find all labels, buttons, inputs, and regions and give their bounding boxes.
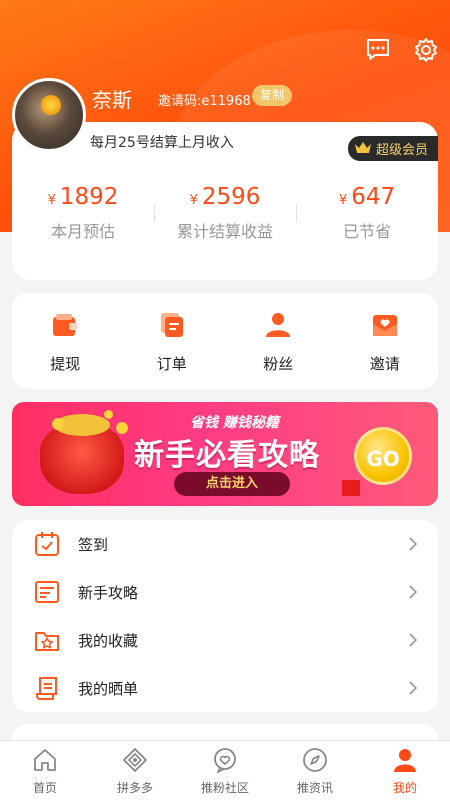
quick-actions: 提现 订单 粉丝 邀请 bbox=[12, 293, 438, 389]
wallet-icon bbox=[53, 314, 78, 336]
quick-action-label: 提现 bbox=[50, 355, 81, 373]
tab-label: 推粉社区 bbox=[200, 781, 249, 795]
settlement-note: 每月25号结算上月收入 bbox=[90, 135, 234, 151]
quick-action-label: 邀请 bbox=[369, 355, 400, 373]
banner-title: 新手必看攻略 bbox=[134, 438, 320, 473]
chevron-right-icon bbox=[409, 585, 418, 599]
stat-value: 1892 bbox=[59, 184, 119, 210]
tab-home[interactable]: 首页 bbox=[0, 741, 90, 800]
menu-item-favorites[interactable]: 我的收藏 bbox=[12, 616, 438, 664]
red-envelope-icon bbox=[342, 480, 360, 496]
menu-item-beginner-guide[interactable]: 新手攻略 bbox=[12, 568, 438, 616]
coin-icon bbox=[104, 410, 113, 419]
fans-icon bbox=[266, 313, 291, 337]
earnings-stats: ¥1892 本月预估 ¥2596 累计结算收益 ¥647 已节省 bbox=[12, 176, 438, 256]
beginner-guide-banner[interactable]: 省钱 赚钱秘籍 新手必看攻略 点击进入 GO bbox=[12, 402, 438, 506]
tab-news[interactable]: 推资讯 bbox=[270, 741, 360, 800]
compass-icon bbox=[303, 748, 327, 772]
quick-action-label: 订单 bbox=[156, 355, 187, 373]
menu-item-checkin[interactable]: 签到 bbox=[12, 520, 438, 568]
menu-item-label: 我的晒单 bbox=[78, 679, 139, 698]
guide-doc-icon bbox=[35, 581, 59, 603]
stat-saved[interactable]: ¥647 已节省 bbox=[296, 176, 438, 256]
stat-value: 647 bbox=[351, 184, 396, 210]
menu-item-label: 新手攻略 bbox=[78, 583, 139, 602]
menu-item-label: 我的收藏 bbox=[78, 631, 139, 650]
tab-community[interactable]: 推粉社区 bbox=[180, 741, 270, 800]
coin-icon bbox=[52, 418, 64, 430]
message-icon[interactable] bbox=[364, 36, 392, 64]
banner-enter-button[interactable]: 点击进入 bbox=[174, 472, 290, 496]
money-bag-icon bbox=[40, 414, 124, 494]
invite-code: 邀请码:e11968 bbox=[158, 94, 251, 109]
copy-button[interactable]: 复制 bbox=[252, 85, 293, 106]
person-icon bbox=[394, 749, 416, 772]
settings-icon[interactable] bbox=[412, 36, 440, 64]
stat-value: 2596 bbox=[201, 184, 261, 210]
menu-item-my-posts[interactable]: 我的晒单 bbox=[12, 664, 438, 712]
calendar-check-icon bbox=[35, 532, 59, 556]
invite-icon bbox=[372, 315, 397, 336]
chevron-right-icon bbox=[409, 681, 418, 695]
withdraw-button[interactable]: 提现 bbox=[12, 293, 119, 389]
tab-mine[interactable]: 我的 bbox=[360, 741, 450, 800]
currency-symbol: ¥ bbox=[338, 193, 348, 208]
chevron-right-icon bbox=[409, 633, 418, 647]
stat-label: 累计结算收益 bbox=[176, 222, 273, 241]
stat-label: 已节省 bbox=[342, 222, 391, 241]
banner-go-button[interactable]: GO bbox=[354, 427, 412, 485]
currency-symbol: ¥ bbox=[189, 193, 198, 208]
stat-total-settled[interactable]: ¥2596 累计结算收益 bbox=[154, 176, 296, 256]
stat-label: 本月预估 bbox=[50, 222, 115, 241]
community-icon bbox=[214, 748, 236, 773]
tab-label: 我的 bbox=[392, 781, 417, 795]
crown-icon bbox=[354, 140, 372, 158]
tab-pinduoduo[interactable]: 拼多多 bbox=[90, 741, 180, 800]
banner-subtitle: 省钱 赚钱秘籍 bbox=[190, 415, 279, 431]
bottom-tab-bar: 首页 拼多多 推粉社区 推资讯 我的 bbox=[0, 740, 450, 800]
scroll-icon bbox=[36, 677, 57, 700]
home-icon bbox=[34, 749, 56, 771]
chevron-right-icon bbox=[409, 537, 418, 551]
tab-label: 首页 bbox=[32, 781, 57, 795]
username: 奈斯 bbox=[92, 88, 132, 112]
tab-label: 拼多多 bbox=[116, 781, 153, 795]
currency-symbol: ¥ bbox=[47, 193, 56, 208]
avatar[interactable] bbox=[12, 78, 86, 152]
vip-label: 超级会员 bbox=[375, 143, 428, 158]
tab-label: 推资讯 bbox=[296, 781, 333, 795]
order-icon bbox=[160, 313, 183, 337]
pinduoduo-icon bbox=[122, 747, 148, 773]
menu-item-label: 签到 bbox=[78, 535, 109, 554]
coin-icon bbox=[116, 422, 128, 434]
feature-menu: 签到 新手攻略 我的收藏 我的晒单 bbox=[12, 520, 438, 712]
fans-button[interactable]: 粉丝 bbox=[225, 293, 332, 389]
stat-monthly-estimate[interactable]: ¥1892 本月预估 bbox=[12, 176, 154, 256]
quick-action-label: 粉丝 bbox=[263, 355, 294, 373]
orders-button[interactable]: 订单 bbox=[119, 293, 226, 389]
folder-star-icon bbox=[35, 632, 59, 651]
invite-button[interactable]: 邀请 bbox=[332, 293, 439, 389]
header-actions bbox=[364, 36, 440, 64]
vip-badge[interactable]: 超级会员 bbox=[347, 136, 438, 161]
